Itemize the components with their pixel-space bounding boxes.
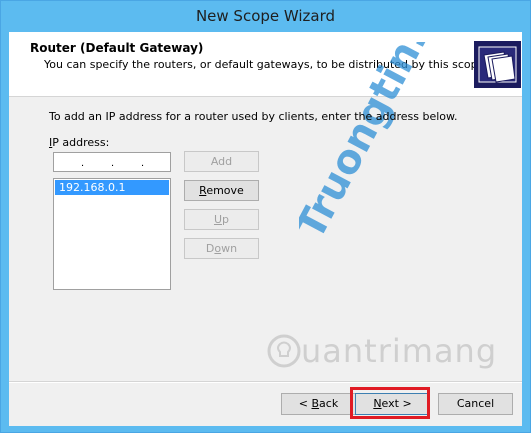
watermark-brand: uantrimang bbox=[267, 332, 497, 370]
down-label-end: wn bbox=[221, 242, 238, 255]
lightbulb-icon bbox=[267, 334, 301, 368]
wizard-page: Router (Default Gateway) You can specify… bbox=[9, 32, 522, 426]
wizard-window: New Scope Wizard Router (Default Gateway… bbox=[0, 0, 531, 433]
ip-octet-separator: . bbox=[141, 157, 145, 169]
svg-text:Truongtin.top: Truongtin.top bbox=[299, 42, 472, 247]
ip-octet-separator: . bbox=[111, 157, 115, 169]
page-title: Router (Default Gateway) bbox=[30, 41, 204, 55]
window-frame-right bbox=[522, 32, 530, 432]
up-mnemonic: U bbox=[213, 213, 223, 226]
back-prefix: < bbox=[298, 397, 312, 410]
up-button[interactable]: Up bbox=[184, 209, 259, 230]
router-list[interactable]: 192.168.0.1 bbox=[53, 178, 171, 290]
window-title: New Scope Wizard bbox=[195, 7, 336, 25]
window-frame-left bbox=[1, 32, 9, 432]
next-highlight-box bbox=[350, 387, 430, 419]
cancel-button[interactable]: Cancel bbox=[438, 393, 513, 415]
up-label: p bbox=[222, 213, 230, 226]
back-button[interactable]: < Back bbox=[281, 393, 356, 415]
back-label: ack bbox=[319, 397, 339, 410]
down-button[interactable]: Down bbox=[184, 238, 259, 259]
ip-octet-separator: . bbox=[81, 157, 85, 169]
ip-address-label: IP address: bbox=[49, 136, 109, 149]
remove-label: emove bbox=[206, 184, 244, 197]
remove-button[interactable]: Remove bbox=[184, 180, 259, 201]
title-bar[interactable]: New Scope Wizard bbox=[1, 1, 530, 32]
watermark-logo: Truongtin.top bbox=[299, 42, 472, 247]
button-separator bbox=[9, 381, 522, 383]
router-list-item[interactable]: 192.168.0.1 bbox=[55, 180, 169, 195]
add-button[interactable]: Add bbox=[184, 151, 259, 172]
back-mnemonic: B bbox=[311, 397, 320, 410]
ip-address-input[interactable]: . . . bbox=[53, 152, 171, 172]
watermark-brand-text: uantrimang bbox=[301, 332, 498, 370]
instruction-text: To add an IP address for a router used b… bbox=[49, 110, 458, 123]
ip-label-text: P address: bbox=[52, 136, 110, 149]
